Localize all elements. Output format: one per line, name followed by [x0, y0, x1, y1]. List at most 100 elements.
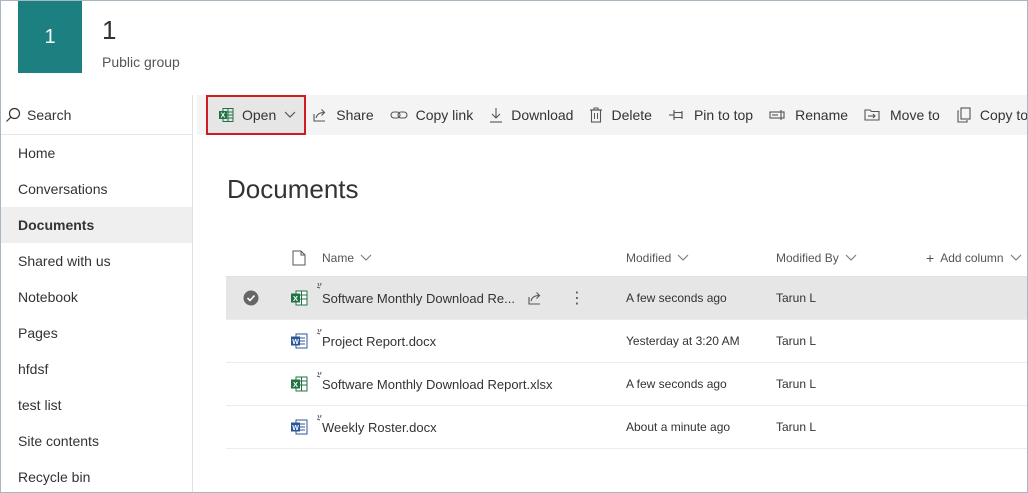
move-to-button[interactable]: Move to — [856, 95, 948, 135]
rename-label: Rename — [795, 107, 849, 123]
modified-by-header-label: Modified By — [776, 250, 839, 265]
svg-text:X: X — [293, 380, 298, 389]
site-logo-tile[interactable]: 1 — [18, 1, 82, 73]
name-cell[interactable]: Software Monthly Download Re... ⋮ — [316, 282, 626, 308]
modified-by-cell[interactable]: Tarun L — [776, 291, 926, 305]
modified-by-cell[interactable]: Tarun L — [776, 334, 926, 348]
modified-by-cell[interactable]: Tarun L — [776, 377, 926, 391]
nav-item-site-contents[interactable]: Site contents — [1, 423, 192, 459]
add-column-header[interactable]: + Add column — [926, 250, 1022, 266]
app-window: 1 1 Public group Search Home Conversatio… — [0, 0, 1028, 493]
chevron-down-icon — [360, 254, 372, 261]
search-label: Search — [27, 106, 72, 123]
new-item-icon — [316, 414, 322, 420]
modified-by-cell[interactable]: Tarun L — [776, 420, 926, 434]
nav-item-notebook[interactable]: Notebook — [1, 279, 192, 315]
list-row[interactable]: W Weekly Roster.docx About a minute ago … — [226, 406, 1027, 449]
download-label: Download — [511, 107, 574, 123]
list-row[interactable]: X Software Monthly Download Re... ⋮ A fe… — [226, 277, 1027, 320]
file-type-icon — [292, 250, 306, 265]
pin-to-top-button[interactable]: Pin to top — [660, 95, 761, 135]
pin-to-top-label: Pin to top — [693, 107, 754, 123]
file-type-header[interactable] — [276, 250, 322, 266]
copy-link-button[interactable]: Copy link — [382, 95, 482, 135]
file-name[interactable]: Project Report.docx — [322, 334, 436, 349]
nav-item-documents[interactable]: Documents — [1, 207, 192, 243]
name-cell[interactable]: Software Monthly Download Report.xlsx — [316, 371, 626, 392]
rename-icon — [769, 110, 785, 120]
download-icon — [490, 108, 503, 123]
name-header-label: Name — [322, 250, 355, 265]
name-cell[interactable]: Weekly Roster.docx — [316, 414, 626, 435]
chevron-down-icon — [1010, 254, 1021, 261]
file-name[interactable]: Weekly Roster.docx — [322, 420, 437, 435]
rename-button[interactable]: Rename — [761, 95, 856, 135]
file-name[interactable]: Software Monthly Download Report.xlsx — [322, 377, 553, 392]
move-to-label: Move to — [890, 107, 940, 123]
nav-item-home[interactable]: Home — [1, 135, 192, 171]
site-title[interactable]: 1 — [102, 15, 116, 46]
excel-icon: X — [219, 108, 234, 122]
modified-cell: A few seconds ago — [626, 291, 727, 305]
pin-icon — [668, 110, 683, 120]
name-column-header[interactable]: Name — [322, 251, 626, 265]
nav-item-shared-with-us[interactable]: Shared with us — [1, 243, 192, 279]
nav-item-pages[interactable]: Pages — [1, 315, 192, 351]
svg-text:X: X — [293, 294, 298, 303]
copy-to-button[interactable]: Copy to — [948, 95, 1028, 135]
svg-text:W: W — [292, 339, 299, 346]
modified-cell: A few seconds ago — [626, 377, 727, 391]
link-icon — [390, 111, 408, 119]
site-subtitle: Public group — [102, 54, 180, 70]
search-icon — [6, 107, 21, 122]
svg-text:X: X — [221, 113, 226, 120]
new-item-icon — [316, 371, 322, 377]
page-title: Documents — [227, 174, 359, 204]
row-checkbox[interactable] — [226, 290, 276, 306]
name-cell[interactable]: Project Report.docx — [316, 328, 626, 349]
copy-icon — [957, 107, 971, 123]
modified-by-column-header[interactable]: Modified By — [776, 251, 926, 265]
delete-label: Delete — [611, 107, 652, 123]
excel-file-icon: X — [291, 376, 308, 392]
list-row[interactable]: X Software Monthly Download Report.xlsx … — [226, 363, 1027, 406]
nav-item-recycle-bin[interactable]: Recycle bin — [1, 459, 192, 492]
checkmark-circle-icon — [243, 290, 259, 306]
plus-icon: + — [926, 249, 935, 266]
nav-item-hfdsf[interactable]: hfdsf — [1, 351, 192, 387]
chevron-down-icon — [284, 111, 296, 118]
search-box[interactable]: Search — [1, 95, 192, 135]
more-options-icon[interactable]: ⋮ — [569, 288, 585, 308]
new-item-icon — [316, 282, 322, 289]
nav-item-test-list[interactable]: test list — [1, 387, 192, 423]
site-header: 1 1 Public group — [1, 1, 1027, 95]
copy-to-label: Copy to — [979, 107, 1028, 123]
row-actions: ⋮ — [527, 288, 585, 308]
new-item-icon — [316, 328, 322, 334]
trash-icon — [590, 107, 603, 123]
share-icon[interactable] — [527, 290, 543, 306]
add-column-label: Add column — [940, 250, 1004, 265]
copy-link-label: Copy link — [415, 107, 474, 123]
modified-header-label: Modified — [626, 250, 672, 265]
download-button[interactable]: Download — [481, 95, 581, 135]
modified-cell: About a minute ago — [626, 420, 731, 434]
open-button[interactable]: X Open — [206, 95, 307, 135]
chevron-down-icon — [845, 254, 857, 261]
list-row[interactable]: W Project Report.docx Yesterday at 3:20 … — [226, 320, 1027, 363]
share-button[interactable]: Share — [306, 95, 381, 135]
chevron-down-icon — [677, 254, 689, 261]
open-label: Open — [242, 107, 277, 123]
list-header: Name Modified Modified By + Add column — [226, 239, 1027, 277]
delete-button[interactable]: Delete — [581, 95, 659, 135]
share-label: Share — [336, 107, 374, 123]
left-navigation: Search Home Conversations Documents Shar… — [1, 95, 193, 492]
word-file-icon: W — [291, 333, 308, 349]
modified-column-header[interactable]: Modified — [626, 251, 776, 265]
excel-file-icon: X — [291, 290, 308, 306]
file-name[interactable]: Software Monthly Download Re... — [322, 291, 515, 306]
move-icon — [864, 109, 880, 121]
nav-item-conversations[interactable]: Conversations — [1, 171, 192, 207]
word-file-icon: W — [291, 419, 308, 435]
site-logo-letter: 1 — [44, 25, 56, 48]
